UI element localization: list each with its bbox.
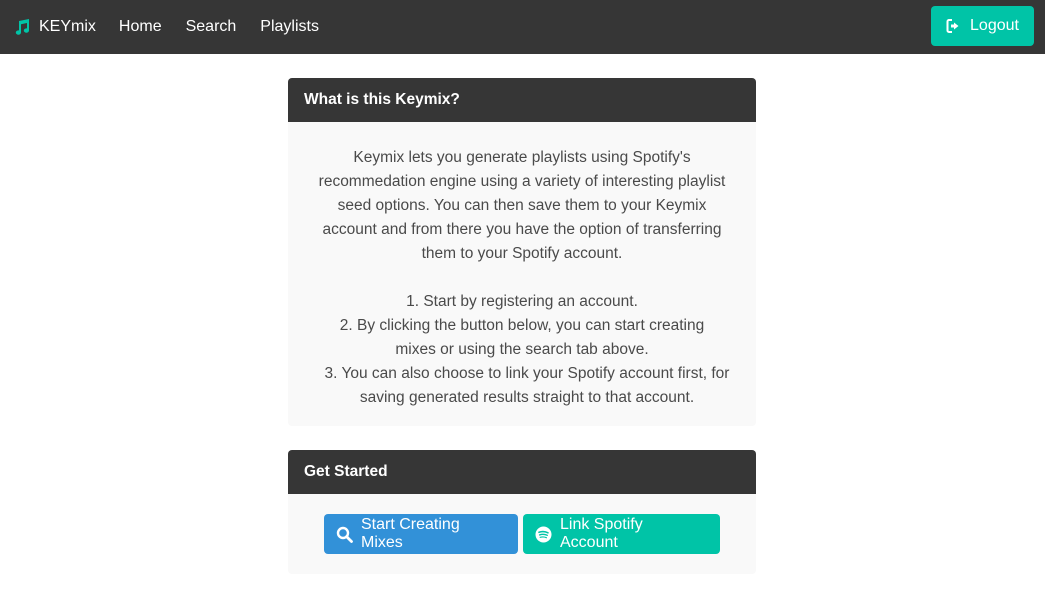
step-item: 1. Start by registering an account. (406, 293, 638, 310)
logout-label: Logout (970, 17, 1019, 34)
about-intro: Keymix lets you generate playlists using… (318, 149, 726, 262)
about-card-body: Keymix lets you generate playlists using… (288, 122, 756, 410)
logout-button[interactable]: Logout (931, 6, 1034, 46)
spotify-icon (535, 526, 552, 543)
link-spotify-account-button[interactable]: Link Spotify Account (523, 514, 720, 554)
about-card-title: What is this Keymix? (288, 78, 756, 122)
search-icon (336, 526, 353, 543)
about-card: What is this Keymix? Keymix lets you gen… (288, 78, 756, 426)
start-creating-mixes-label: Start Creating Mixes (361, 516, 460, 551)
link-spotify-account-label: Link Spotify Account (560, 516, 643, 551)
get-started-actions: Start Creating Mixes Link Spotify Accoun… (288, 494, 756, 554)
navbar: KEYmix Home Search Playlists Logout (0, 0, 1045, 54)
start-creating-mixes-button[interactable]: Start Creating Mixes (324, 514, 518, 554)
get-started-card: Get Started Start Creating Mixes Link Sp (288, 450, 756, 574)
step-item: 3. You can also choose to link your Spot… (324, 365, 730, 406)
nav-home[interactable]: Home (119, 18, 162, 36)
brand-label: KEYmix (39, 18, 96, 35)
brand-link[interactable]: KEYmix (13, 18, 96, 36)
step-item: 2. By clicking the button below, you can… (339, 317, 705, 358)
steps-list: 1. Start by registering an account. 2. B… (312, 290, 732, 410)
sign-out-icon (946, 18, 962, 34)
nav-search[interactable]: Search (186, 18, 237, 36)
get-started-title: Get Started (288, 450, 756, 494)
music-note-icon (13, 18, 31, 36)
nav-playlists[interactable]: Playlists (260, 18, 319, 36)
